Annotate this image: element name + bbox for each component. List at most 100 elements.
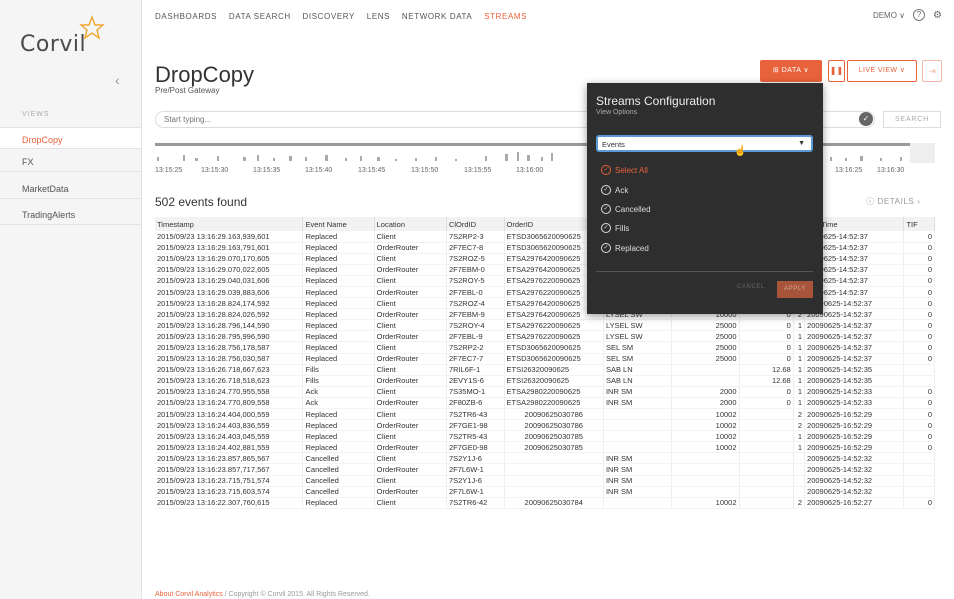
sidebar-item-fx[interactable]: FX	[0, 150, 141, 172]
timeline-tick: 13:15:40	[305, 167, 333, 174]
views-label: VIEWS	[22, 111, 50, 118]
table-row[interactable]: 2015/09/23 13:16:28.756,178,587 Replaced C…	[155, 341, 935, 354]
table-cell: 7S2ROY-4	[446, 319, 505, 332]
nav-streams[interactable]: STREAMS	[484, 12, 527, 21]
table-row[interactable]: 2015/09/23 13:16:26.718,667,623 Fills Clie…	[155, 364, 935, 376]
table-cell	[739, 497, 794, 509]
table-cell: 0	[903, 242, 935, 254]
table-row[interactable]: 2015/09/23 13:16:22.307,760,615 Replaced C…	[155, 497, 935, 509]
cancel-button[interactable]: CANCEL	[737, 284, 765, 290]
table-row[interactable]: 2015/09/23 13:16:24.404,000,559 Replaced C…	[155, 408, 935, 421]
table-cell: 2015/09/23 13:16:28.795,996,590	[155, 330, 304, 343]
sidebar-item-dropcopy[interactable]: DropCopy	[0, 127, 141, 149]
table-row[interactable]: 2015/09/23 13:16:24.402,881,559 Replaced O…	[155, 441, 935, 454]
table-cell: 2015/09/23 13:16:28.824,026,592	[155, 308, 304, 321]
table-row[interactable]: 2015/09/23 13:16:28.795,996,590 Replaced O…	[155, 330, 935, 343]
option-ack[interactable]: ✓ Ack	[601, 185, 628, 195]
table-row[interactable]: 2015/09/23 13:16:24.403,836,559 Replaced O…	[155, 419, 935, 432]
option-label: Replaced	[615, 243, 649, 253]
help-icon[interactable]: ?	[913, 9, 926, 21]
apply-button[interactable]: APPLY	[777, 281, 813, 298]
check-circle-icon: ✓	[601, 223, 611, 233]
table-cell: 0	[903, 275, 935, 287]
view-options-select[interactable]: Events ▼	[596, 135, 813, 152]
about-link[interactable]: About Corvil Analytics	[155, 591, 223, 598]
export-icon[interactable]: ⇥	[922, 60, 942, 82]
gear-icon[interactable]: ⚙	[933, 10, 942, 21]
table-cell: 0	[903, 330, 935, 343]
live-view-button[interactable]: LIVE VIEW ∨	[847, 60, 917, 82]
chevron-down-icon: ∨	[803, 67, 810, 74]
nav-network-data[interactable]: NETWORK DATA	[402, 12, 472, 21]
check-circle-icon: ✓	[601, 204, 611, 214]
search-button[interactable]: SEARCH	[883, 111, 941, 128]
table-cell	[504, 486, 604, 498]
option-fills[interactable]: ✓ Fills	[601, 223, 629, 233]
table-row[interactable]: 2015/09/23 13:16:26.718,518,623 Fills Orde…	[155, 375, 935, 387]
data-button[interactable]: ⊞ DATA ∨	[760, 60, 822, 82]
table-cell: 20090625-16:52:29	[804, 408, 905, 421]
column-header[interactable]: TIF	[903, 217, 935, 231]
table-cell: 0	[739, 341, 794, 354]
table-cell: 0	[903, 430, 935, 443]
table-cell: 2F7EBL-9	[446, 330, 505, 343]
table-cell: 2F7EBM-9	[446, 308, 505, 321]
timeline-tick: 13:15:55	[464, 167, 492, 174]
column-header[interactable]: Timestamp	[155, 217, 304, 231]
table-cell: 7S2TR6-42	[446, 497, 505, 509]
sidebar-item-tradingalerts[interactable]: TradingAlerts	[0, 203, 141, 225]
table-cell: OrderRouter	[374, 308, 447, 321]
table-row[interactable]: 2015/09/23 13:16:23.715,603,574 Cancelled…	[155, 486, 935, 498]
pause-button[interactable]: ❚❚	[828, 60, 845, 82]
check-icon[interactable]: ✓	[859, 112, 873, 126]
column-header[interactable]: Location	[374, 217, 447, 231]
timeline-tick: 13:16:25	[835, 167, 863, 174]
option-select-all[interactable]: ✓ Select All	[601, 165, 648, 175]
table-cell: Client	[374, 275, 447, 287]
nav-lens[interactable]: LENS	[367, 12, 390, 21]
table-row[interactable]: 2015/09/23 13:16:24.770,809,558 Ack OrderR…	[155, 397, 935, 410]
table-cell: Replaced	[302, 253, 375, 265]
divider	[596, 271, 813, 272]
column-header[interactable]: ClOrdID	[446, 217, 505, 231]
table-cell: 20090625-16:52:29	[804, 441, 905, 454]
table-cell: 25000	[671, 330, 740, 343]
option-replaced[interactable]: ✓ Replaced	[601, 243, 649, 253]
table-cell: 1	[793, 330, 806, 343]
table-row[interactable]: 2015/09/23 13:16:28.756,030,587 Replaced O…	[155, 353, 935, 365]
table-row[interactable]: 2015/09/23 13:16:24.770,955,558 Ack Client…	[155, 386, 935, 398]
table-cell: 2F7EBL-0	[446, 286, 505, 299]
table-cell: 0	[903, 397, 935, 410]
table-cell: 2015/09/23 13:16:26.718,518,623	[155, 375, 304, 387]
nav-discovery[interactable]: DISCOVERY	[303, 12, 355, 21]
table-cell: OrderRouter	[374, 353, 447, 365]
table-cell: SAB LN	[603, 375, 672, 387]
table-cell	[903, 475, 935, 487]
nav-data-search[interactable]: DATA SEARCH	[229, 12, 291, 21]
nav-dashboards[interactable]: DASHBOARDS	[155, 12, 217, 21]
table-cell: 2F80ZB-6	[446, 397, 505, 410]
table-cell: Cancelled	[302, 452, 375, 465]
table-row[interactable]: 2015/09/23 13:16:24.403,045,559 Replaced C…	[155, 430, 935, 443]
sidebar-item-marketdata[interactable]: MarketData	[0, 177, 141, 199]
table-cell: 20090625-16:52:27	[804, 497, 905, 509]
table-cell: 2F7L6W-1	[446, 463, 505, 476]
column-header[interactable]: Event Name	[302, 217, 375, 231]
user-menu[interactable]: DEMO ∨	[873, 11, 905, 20]
dialog-title: Streams Configuration	[596, 94, 716, 108]
table-row[interactable]: 2015/09/23 13:16:23.857,865,567 Cancelled…	[155, 452, 935, 465]
timeline-tick: 13:16:30	[877, 167, 905, 174]
table-row[interactable]: 2015/09/23 13:16:23.857,717,567 Cancelled…	[155, 463, 935, 476]
table-cell: 0	[739, 330, 794, 343]
events-count: 502 events found	[155, 195, 248, 209]
table-cell: 2F7EC7-8	[446, 242, 505, 254]
table-cell: Replaced	[302, 275, 375, 287]
table-cell: Replaced	[302, 497, 375, 509]
collapse-sidebar-icon[interactable]: ‹	[115, 72, 120, 88]
details-toggle[interactable]: ⓘ DETAILS ›	[866, 196, 920, 207]
table-cell: ETSA2976220090625	[504, 319, 604, 332]
table-cell: Client	[374, 364, 447, 376]
table-row[interactable]: 2015/09/23 13:16:28.796,144,590 Replaced C…	[155, 319, 935, 332]
table-row[interactable]: 2015/09/23 13:16:23.715,751,574 Cancelled…	[155, 475, 935, 487]
option-cancelled[interactable]: ✓ Cancelled	[601, 204, 651, 214]
